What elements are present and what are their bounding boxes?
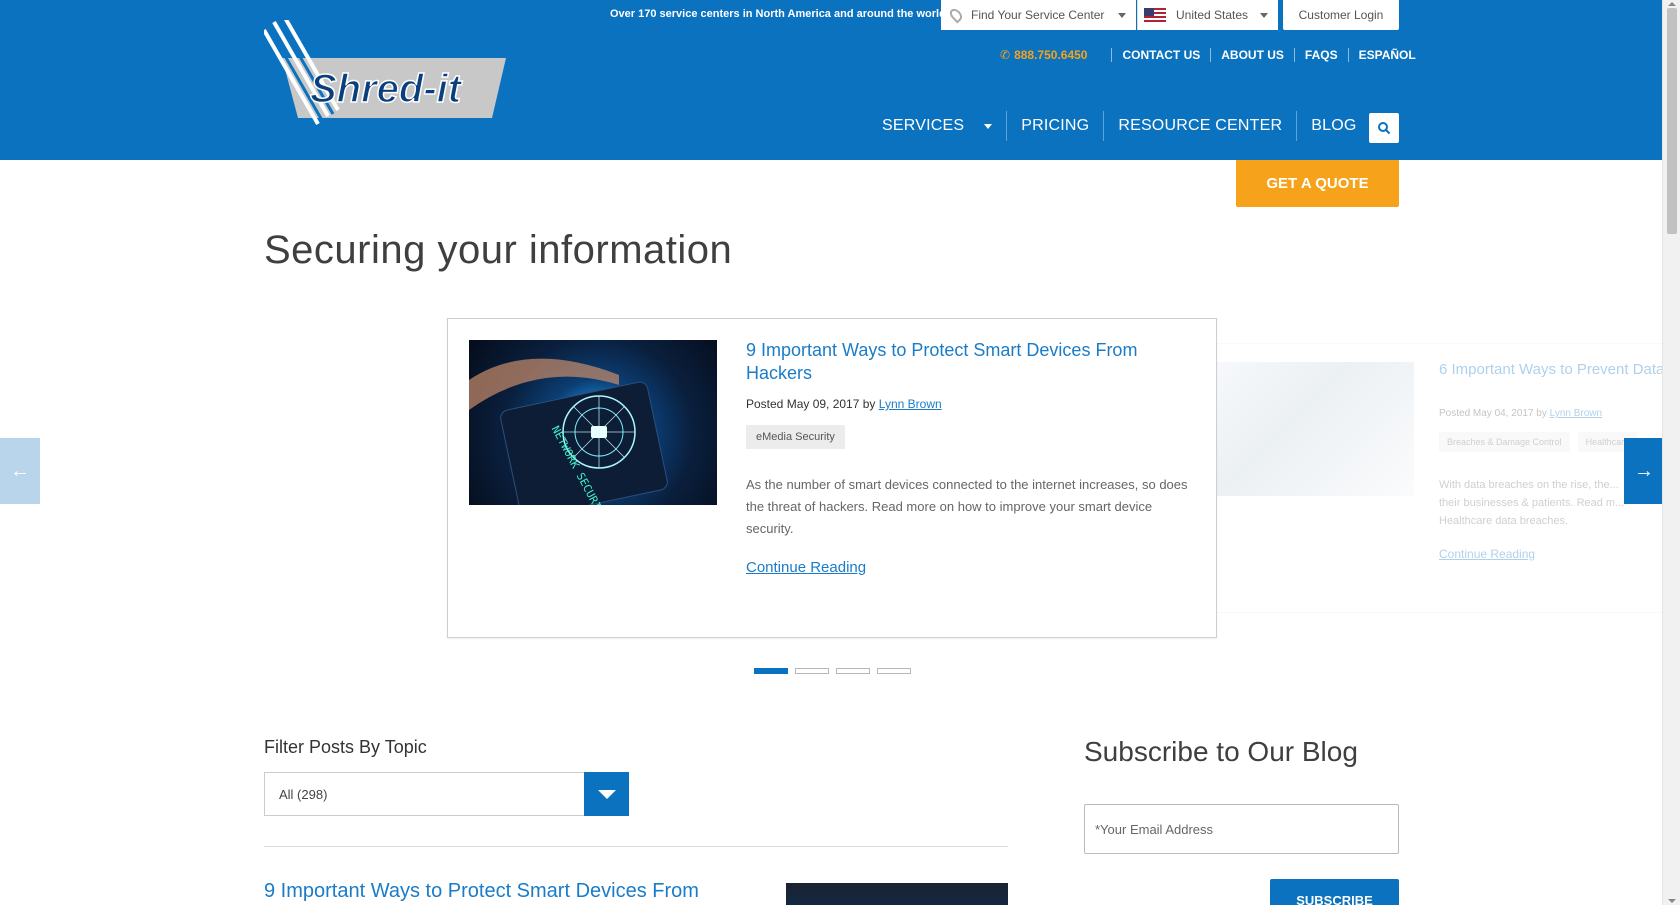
phone-icon: ✆ (1000, 48, 1011, 62)
carousel-dot[interactable] (795, 668, 829, 674)
next-post-tag[interactable]: Breaches & Damage Control (1439, 432, 1570, 452)
page-scrollbar[interactable] (1662, 0, 1680, 905)
continue-reading-link[interactable]: Continue Reading (746, 559, 866, 576)
next-post-author-link[interactable]: Lynn Brown (1550, 408, 1602, 419)
divider (264, 846, 1008, 847)
filter-label: Filter Posts By Topic (264, 737, 427, 757)
topic-filter-value: All (298) (279, 786, 328, 802)
carousel-next-button[interactable]: → (1624, 438, 1664, 504)
nav-pricing[interactable]: PRICING (1007, 111, 1103, 141)
utility-nav: ✆ 888.750.6450 CONTACT US ABOUT US FAQS … (1000, 48, 1416, 62)
next-post-continue-link[interactable]: Continue Reading (1439, 547, 1535, 561)
location-pin-icon (947, 6, 965, 24)
carousel-dot[interactable] (754, 668, 788, 674)
site-header: Shred-it Over 170 service centers in Nor… (0, 0, 1662, 160)
main-nav: SERVICES PRICING RESOURCE CENTER BLOG (868, 111, 1370, 141)
about-us-link[interactable]: ABOUT US (1221, 48, 1284, 62)
header-tagline: Over 170 service centers in North Americ… (610, 8, 949, 20)
customer-login-button[interactable]: Customer Login (1283, 0, 1399, 30)
search-button[interactable] (1369, 113, 1399, 143)
post-title-link[interactable]: 9 Important Ways to Protect Smart Device… (746, 339, 1186, 385)
chevron-down-icon (597, 789, 616, 799)
post-image: NETWORK SECURITY (469, 340, 717, 505)
carousel-active-card: NETWORK SECURITY 9 Important Ways to Pro… (447, 318, 1217, 638)
carousel-dot[interactable] (877, 668, 911, 674)
next-post-date: Posted May 04, 2017 by (1439, 408, 1547, 419)
post-date: Posted May 09, 2017 by (746, 397, 876, 411)
author-link[interactable]: Lynn Brown (879, 397, 942, 411)
chevron-down-icon (1118, 12, 1126, 18)
scrollbar-thumb[interactable] (1667, 8, 1677, 234)
us-flag-icon (1144, 8, 1166, 22)
arrow-right-icon: → (1634, 459, 1654, 482)
subscribe-button[interactable]: SUBSCRIBE (1270, 879, 1399, 905)
country-dropdown[interactable]: United States (1137, 0, 1278, 30)
page: Shred-it Over 170 service centers in Nor… (0, 0, 1680, 905)
chevron-down-icon[interactable] (984, 123, 993, 129)
service-center-dropdown[interactable]: Find Your Service Center (941, 0, 1136, 30)
nav-resource-center[interactable]: RESOURCE CENTER (1104, 111, 1296, 141)
next-post-image (1216, 362, 1414, 496)
post-tag[interactable]: eMedia Security (746, 425, 845, 449)
next-post-meta: Posted May 04, 2017 by Lynn Brown (1439, 408, 1602, 419)
subscribe-title: Subscribe to Our Blog (1084, 736, 1358, 767)
arrow-left-icon: ← (10, 459, 30, 482)
faqs-link[interactable]: FAQS (1305, 48, 1338, 62)
post-list-title-link[interactable]: 9 Important Ways to Protect Smart Device… (264, 880, 699, 903)
service-center-label: Find Your Service Center (971, 8, 1105, 22)
carousel-next-card[interactable]: 6 Important Ways to Prevent Data Breache… (1216, 343, 1669, 613)
post-meta: Posted May 09, 2017 by Lynn Brown (746, 397, 942, 411)
carousel-dot[interactable] (836, 668, 870, 674)
country-label: United States (1176, 8, 1249, 22)
topic-filter-select[interactable]: All (298) (264, 772, 629, 816)
chevron-down-icon (1260, 12, 1268, 18)
carousel-prev-button[interactable]: ← (0, 438, 40, 504)
next-post-excerpt: With data breaches on the rise, the... t… (1439, 479, 1625, 527)
nav-services-label: SERVICES (882, 117, 965, 134)
espanol-link[interactable]: ESPAÑOL (1359, 48, 1416, 62)
divider (1111, 48, 1113, 62)
post-list-thumbnail[interactable] (786, 883, 1008, 905)
logo-text: Shred-it (310, 67, 463, 111)
page-title: Securing your information (264, 228, 733, 272)
email-field[interactable]: *Your Email Address (1084, 804, 1399, 854)
carousel-pagination (754, 668, 911, 674)
shred-it-logo[interactable]: Shred-it (264, 20, 524, 132)
post-excerpt: As the number of smart devices connected… (746, 477, 1188, 536)
search-icon (1378, 122, 1391, 135)
divider (1293, 48, 1295, 62)
next-post-title: 6 Important Ways to Prevent Data Breache… (1439, 361, 1669, 378)
next-post-tags: Breaches & Damage Control Healthcare (1439, 432, 1638, 452)
network-security-illustration: NETWORK SECURITY (469, 358, 668, 505)
scroll-down-icon[interactable] (1668, 899, 1676, 903)
get-a-quote-button[interactable]: GET A QUOTE (1236, 160, 1399, 207)
nav-services[interactable]: SERVICES (868, 111, 1006, 141)
contact-us-link[interactable]: CONTACT US (1122, 48, 1200, 62)
topic-filter-toggle[interactable] (584, 772, 629, 816)
scroll-up-icon[interactable] (1668, 2, 1676, 6)
phone-number: 888.750.6450 (1014, 48, 1088, 62)
nav-blog[interactable]: BLOG (1297, 111, 1370, 141)
divider (1347, 48, 1349, 62)
phone-link[interactable]: ✆ 888.750.6450 (1000, 48, 1087, 62)
divider (1210, 48, 1212, 62)
